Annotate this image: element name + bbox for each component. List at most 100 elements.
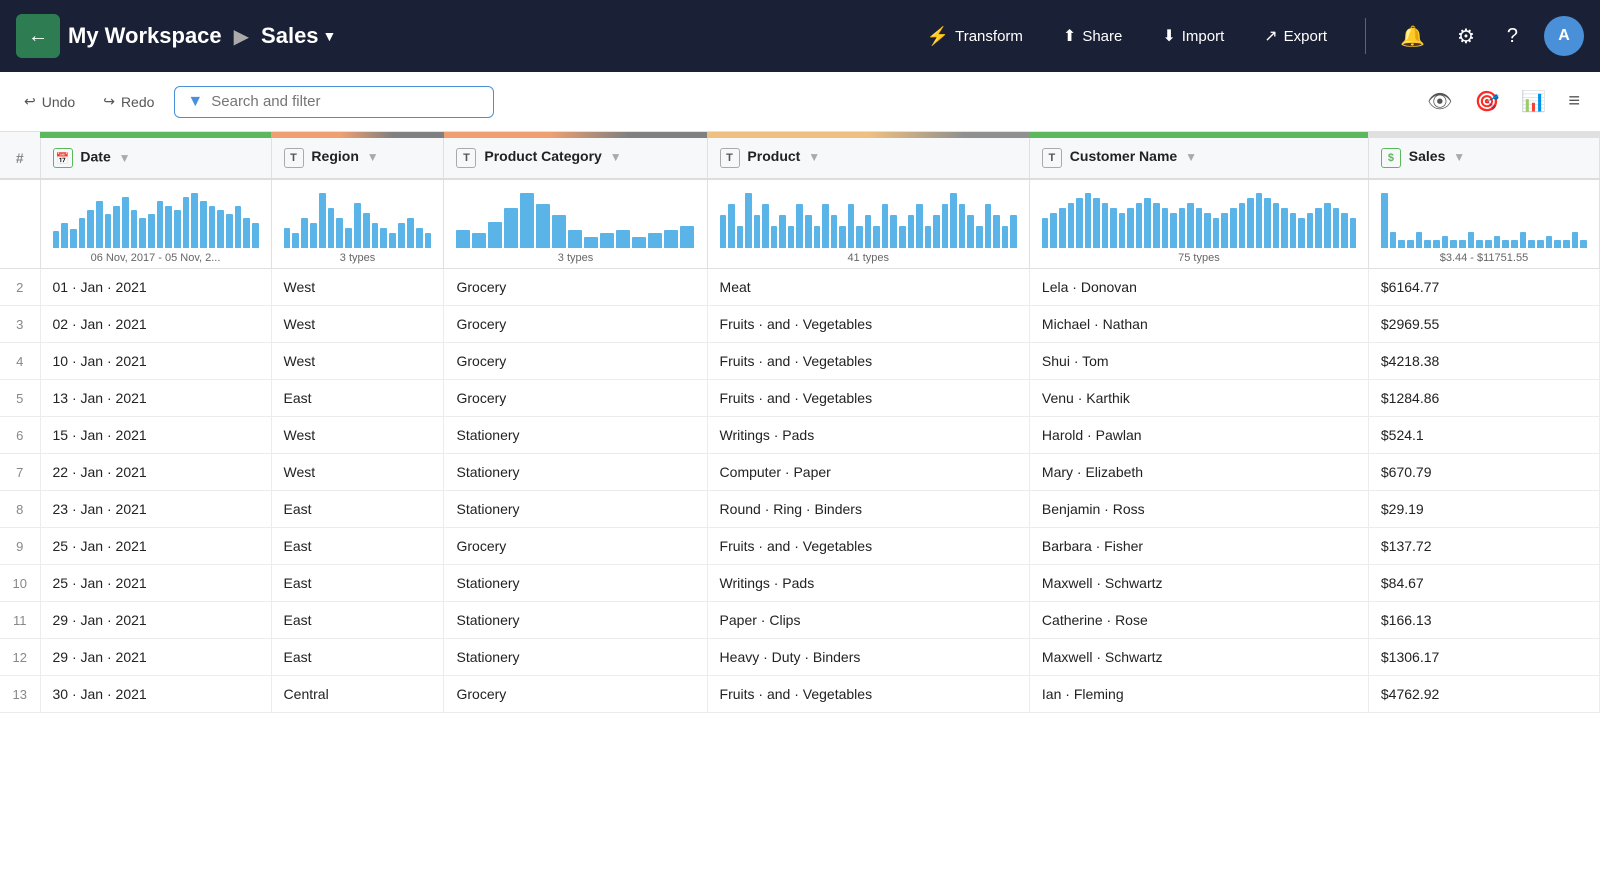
- data-cell[interactable]: Shui · Tom: [1029, 343, 1368, 380]
- data-cell[interactable]: Stationery: [444, 491, 707, 528]
- data-cell[interactable]: Stationery: [444, 454, 707, 491]
- data-cell[interactable]: Grocery: [444, 676, 707, 713]
- data-cell[interactable]: Central: [271, 676, 444, 713]
- data-cell[interactable]: Mary · Elizabeth: [1029, 454, 1368, 491]
- data-cell[interactable]: East: [271, 639, 444, 676]
- data-cell[interactable]: Stationery: [444, 417, 707, 454]
- data-cell[interactable]: Harold · Pawlan: [1029, 417, 1368, 454]
- target-button[interactable]: 🎯: [1471, 85, 1504, 118]
- data-cell[interactable]: Computer · Paper: [707, 454, 1029, 491]
- data-cell[interactable]: 25 · Jan · 2021: [40, 528, 271, 565]
- data-cell[interactable]: $524.1: [1368, 417, 1599, 454]
- col-header-product[interactable]: T Product ▼: [707, 138, 1029, 179]
- data-cell[interactable]: Fruits · and · Vegetables: [707, 306, 1029, 343]
- data-cell[interactable]: Stationery: [444, 565, 707, 602]
- table-row: 722 · Jan · 2021WestStationeryComputer ·…: [0, 454, 1600, 491]
- search-input[interactable]: [211, 93, 481, 110]
- chart-button[interactable]: 📊: [1517, 85, 1550, 118]
- data-cell[interactable]: $29.19: [1368, 491, 1599, 528]
- mini-bar: [380, 228, 387, 248]
- notification-button[interactable]: 🔔: [1394, 18, 1431, 55]
- data-cell[interactable]: Stationery: [444, 639, 707, 676]
- data-cell[interactable]: Paper · Clips: [707, 602, 1029, 639]
- data-cell[interactable]: $670.79: [1368, 454, 1599, 491]
- data-cell[interactable]: Fruits · and · Vegetables: [707, 676, 1029, 713]
- transform-button[interactable]: ⚡ Transform: [917, 20, 1033, 53]
- data-cell[interactable]: East: [271, 528, 444, 565]
- data-cell[interactable]: Heavy · Duty · Binders: [707, 639, 1029, 676]
- data-cell[interactable]: $84.67: [1368, 565, 1599, 602]
- data-cell[interactable]: West: [271, 269, 444, 306]
- data-cell[interactable]: Michael · Nathan: [1029, 306, 1368, 343]
- col-header-region[interactable]: T Region ▼: [271, 138, 444, 179]
- data-cell[interactable]: West: [271, 306, 444, 343]
- col-header-sales[interactable]: $ Sales ▼: [1368, 138, 1599, 179]
- data-cell[interactable]: Fruits · and · Vegetables: [707, 380, 1029, 417]
- table-body: 06 Nov, 2017 - 05 Nov, 2... 3 types 3 ty…: [0, 179, 1600, 713]
- data-cell[interactable]: Grocery: [444, 528, 707, 565]
- help-button[interactable]: ?: [1501, 19, 1524, 54]
- data-cell[interactable]: $166.13: [1368, 602, 1599, 639]
- data-cell[interactable]: Writings · Pads: [707, 565, 1029, 602]
- data-cell[interactable]: Venu · Karthik: [1029, 380, 1368, 417]
- data-cell[interactable]: $4762.92: [1368, 676, 1599, 713]
- data-cell[interactable]: $137.72: [1368, 528, 1599, 565]
- avatar[interactable]: A: [1544, 16, 1584, 56]
- data-cell[interactable]: Maxwell · Schwartz: [1029, 639, 1368, 676]
- data-cell[interactable]: 10 · Jan · 2021: [40, 343, 271, 380]
- data-cell[interactable]: Fruits · and · Vegetables: [707, 528, 1029, 565]
- export-button[interactable]: ↗ Export: [1254, 20, 1337, 52]
- col-header-date[interactable]: 📅 Date ▼: [40, 138, 271, 179]
- col-header-customer[interactable]: T Customer Name ▼: [1029, 138, 1368, 179]
- data-cell[interactable]: West: [271, 454, 444, 491]
- share-button[interactable]: ⬆ Share: [1053, 20, 1132, 52]
- data-cell[interactable]: West: [271, 417, 444, 454]
- data-cell[interactable]: 23 · Jan · 2021: [40, 491, 271, 528]
- filter-panel-button[interactable]: ≡: [1564, 86, 1584, 117]
- mini-bar: [1127, 208, 1134, 248]
- settings-button[interactable]: ⚙: [1451, 18, 1481, 55]
- data-cell[interactable]: $1284.86: [1368, 380, 1599, 417]
- data-cell[interactable]: Round · Ring · Binders: [707, 491, 1029, 528]
- data-cell[interactable]: West: [271, 343, 444, 380]
- data-cell[interactable]: 22 · Jan · 2021: [40, 454, 271, 491]
- view-toggle-button[interactable]: 👁: [1423, 85, 1456, 118]
- data-cell[interactable]: East: [271, 491, 444, 528]
- mini-bar: [796, 204, 803, 248]
- data-cell[interactable]: Grocery: [444, 269, 707, 306]
- back-button[interactable]: ←: [16, 14, 60, 58]
- data-cell[interactable]: $2969.55: [1368, 306, 1599, 343]
- data-cell[interactable]: Lela · Donovan: [1029, 269, 1368, 306]
- data-cell[interactable]: $6164.77: [1368, 269, 1599, 306]
- data-cell[interactable]: $4218.38: [1368, 343, 1599, 380]
- data-cell[interactable]: $1306.17: [1368, 639, 1599, 676]
- data-cell[interactable]: Grocery: [444, 380, 707, 417]
- data-cell[interactable]: Catherine · Rose: [1029, 602, 1368, 639]
- data-cell[interactable]: 29 · Jan · 2021: [40, 602, 271, 639]
- nav-title[interactable]: Sales ▼: [261, 23, 336, 49]
- data-cell[interactable]: Ian · Fleming: [1029, 676, 1368, 713]
- data-cell[interactable]: 29 · Jan · 2021: [40, 639, 271, 676]
- data-cell[interactable]: East: [271, 380, 444, 417]
- redo-button[interactable]: ↪ Redo: [95, 87, 162, 116]
- data-cell[interactable]: 25 · Jan · 2021: [40, 565, 271, 602]
- undo-button[interactable]: ↩ Undo: [16, 87, 83, 116]
- data-cell[interactable]: 01 · Jan · 2021: [40, 269, 271, 306]
- data-cell[interactable]: East: [271, 565, 444, 602]
- data-cell[interactable]: 30 · Jan · 2021: [40, 676, 271, 713]
- data-cell[interactable]: Stationery: [444, 602, 707, 639]
- data-cell[interactable]: Grocery: [444, 343, 707, 380]
- data-cell[interactable]: 15 · Jan · 2021: [40, 417, 271, 454]
- data-cell[interactable]: Meat: [707, 269, 1029, 306]
- data-cell[interactable]: East: [271, 602, 444, 639]
- data-cell[interactable]: Grocery: [444, 306, 707, 343]
- data-cell[interactable]: 02 · Jan · 2021: [40, 306, 271, 343]
- data-cell[interactable]: Barbara · Fisher: [1029, 528, 1368, 565]
- data-cell[interactable]: Maxwell · Schwartz: [1029, 565, 1368, 602]
- data-cell[interactable]: Fruits · and · Vegetables: [707, 343, 1029, 380]
- data-cell[interactable]: Writings · Pads: [707, 417, 1029, 454]
- col-header-category[interactable]: T Product Category ▼: [444, 138, 707, 179]
- data-cell[interactable]: 13 · Jan · 2021: [40, 380, 271, 417]
- data-cell[interactable]: Benjamin · Ross: [1029, 491, 1368, 528]
- import-button[interactable]: ⬇ Import: [1152, 20, 1234, 52]
